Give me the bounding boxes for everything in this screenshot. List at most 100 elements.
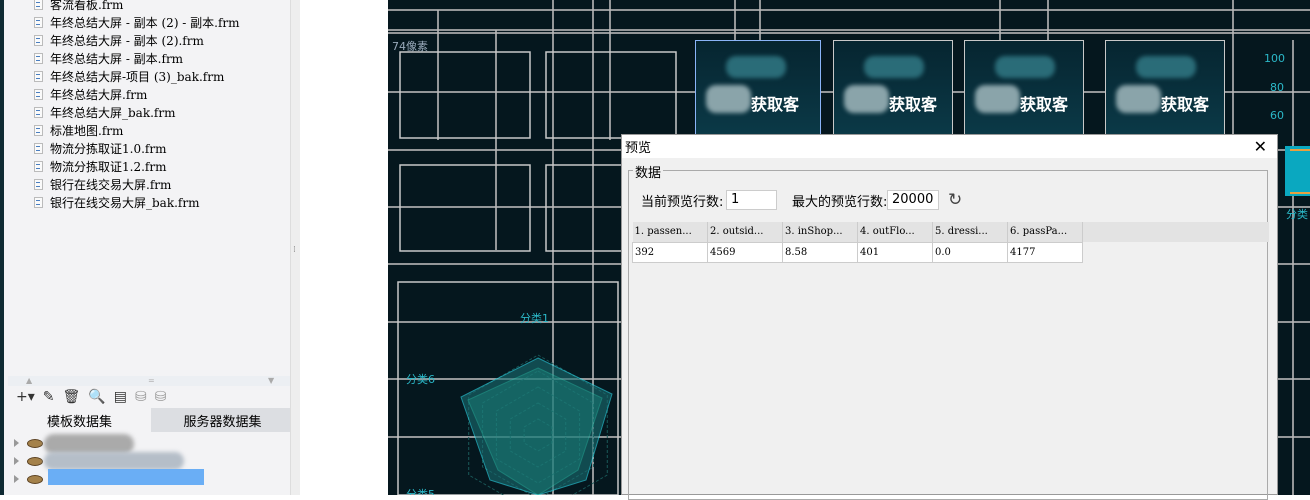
preview-dataset-icon[interactable]: 🔍 <box>88 389 105 405</box>
file-icon <box>34 178 43 190</box>
kpi-card[interactable]: 获取客 <box>833 40 953 140</box>
max-rows-label: 最大的预览行数: <box>792 195 888 210</box>
dataset-icon <box>27 456 43 466</box>
file-icon <box>34 160 43 172</box>
redacted-title <box>726 56 786 78</box>
file-name: 物流分拣取证1.0.frm <box>50 141 167 156</box>
radar-label: 分类1 <box>520 312 549 325</box>
current-rows-input[interactable]: 1 <box>726 190 777 210</box>
column-header[interactable]: 2. outsid... <box>707 222 783 242</box>
file-item[interactable]: 物流分拣取证1.2.frm <box>34 157 166 175</box>
refresh-icon[interactable]: ↻ <box>948 190 962 210</box>
database-run-icon[interactable]: ⛁ <box>135 389 147 405</box>
axis-tick: 100 <box>1264 52 1285 65</box>
file-item[interactable]: 物流分拣取证1.0.frm <box>34 139 166 157</box>
kpi-card[interactable]: 获取客 <box>1105 40 1225 140</box>
table-cell[interactable]: 0.0 <box>932 241 1008 263</box>
file-icon <box>34 0 43 10</box>
tab-server-dataset[interactable]: 服务器数据集 <box>151 408 294 432</box>
file-name: 银行在线交易大屏_bak.frm <box>50 195 200 210</box>
file-item[interactable]: 年终总结大屏 - 副本 (2) - 副本.frm <box>34 13 240 31</box>
panel-resize-bar[interactable]: ▲ = ▼ <box>8 376 294 386</box>
redacted-name <box>44 434 134 454</box>
row-filler <box>1083 242 1269 262</box>
kpi-card[interactable]: 获取客 <box>964 40 1084 140</box>
axis-tick: 80 <box>1270 81 1284 94</box>
file-name: 年终总结大屏 - 副本.frm <box>50 51 184 66</box>
file-item[interactable]: 年终总结大屏.frm <box>34 85 147 103</box>
column-header[interactable]: 6. passPa... <box>1007 222 1083 242</box>
edit-icon[interactable]: ✎ <box>43 389 55 405</box>
dataset-toolbar: +▾ ✎ 🗑 🔍 ▤ ⛁ ⛁ <box>8 386 294 408</box>
file-item[interactable]: 年终总结大屏 - 副本.frm <box>34 49 183 67</box>
data-group: 数据 当前预览行数: 1 最大的预览行数: 20000 ↻ 1. passen.… <box>628 162 1269 500</box>
group-label: 数据 <box>633 162 664 181</box>
file-item[interactable]: 标准地图.frm <box>34 121 123 139</box>
file-icon <box>34 16 43 28</box>
column-header[interactable]: 3. inShop... <box>782 222 858 242</box>
blank-area <box>300 0 388 495</box>
dataset-icon <box>27 438 43 448</box>
delete-icon[interactable]: 🗑 <box>63 389 81 405</box>
file-item[interactable]: 年终总结大屏_bak.frm <box>34 103 175 121</box>
radar-label: 分类5 <box>406 488 435 495</box>
bar-label: 分类 <box>1286 208 1308 221</box>
redacted-title <box>1136 56 1196 78</box>
add-icon[interactable]: +▾ <box>16 389 35 405</box>
file-item[interactable]: 银行在线交易大屏.frm <box>34 175 171 193</box>
pixel-label: 74像素 <box>392 40 428 53</box>
file-name: 年终总结大屏 - 副本 (2) - 副本.frm <box>50 15 240 30</box>
file-name: 客流看板.frm <box>50 0 124 12</box>
file-name: 银行在线交易大屏.frm <box>50 177 172 192</box>
redacted-value <box>706 85 751 113</box>
file-icon <box>34 34 43 46</box>
dataset-item[interactable] <box>14 434 43 452</box>
tab-template-dataset[interactable]: 模板数据集 <box>8 408 151 432</box>
dataset-icon <box>27 474 43 484</box>
kpi-card-label: 获取客 <box>1020 95 1069 114</box>
file-name: 年终总结大屏.frm <box>50 87 148 102</box>
file-icon <box>34 124 43 136</box>
redacted-title <box>864 56 924 78</box>
file-name: 年终总结大屏_bak.frm <box>50 105 176 120</box>
preview-dialog: 预览 ✕ 数据 当前预览行数: 1 最大的预览行数: 20000 ↻ 1. pas… <box>621 134 1278 500</box>
dataset-item[interactable] <box>14 452 43 470</box>
current-rows-label: 当前预览行数: <box>641 195 724 210</box>
splitter[interactable]: ⁞ <box>290 0 300 495</box>
file-item[interactable]: 年终总结大屏 - 副本 (2).frm <box>34 31 204 49</box>
table-cell[interactable]: 8.58 <box>782 241 858 263</box>
database-remove-icon[interactable]: ⛁ <box>155 389 167 405</box>
max-rows-input[interactable]: 20000 <box>887 190 939 210</box>
template-panel: 客流看板.frm 年终总结大屏 - 副本 (2) - 副本.frm 年终总结大屏 -… <box>0 0 294 495</box>
kpi-card-label: 获取客 <box>889 95 938 114</box>
column-header[interactable]: 1. passen... <box>632 222 708 242</box>
dialog-title: 预览 <box>625 141 652 156</box>
redacted-name <box>44 452 184 470</box>
redacted-title <box>995 56 1055 78</box>
axis-tick: 60 <box>1270 109 1284 122</box>
column-header[interactable]: 5. dressi... <box>932 222 1008 242</box>
file-item[interactable]: 客流看板.frm <box>34 0 123 13</box>
edit-dataset-icon[interactable]: ▤ <box>114 389 127 405</box>
table-cell[interactable]: 392 <box>632 241 708 263</box>
file-icon <box>34 88 43 100</box>
file-name: 标准地图.frm <box>50 123 124 138</box>
dataset-item[interactable] <box>14 470 43 488</box>
radar-label: 分类6 <box>406 373 435 386</box>
table-row: 392 4569 8.58 401 0.0 4177 <box>632 241 1269 263</box>
kpi-card[interactable]: 获取客 <box>695 40 821 140</box>
table-cell[interactable]: 4177 <box>1007 241 1083 263</box>
table-cell[interactable]: 4569 <box>707 241 783 263</box>
column-header[interactable]: 4. outFlo... <box>857 222 933 242</box>
kpi-card-label: 获取客 <box>751 95 800 114</box>
file-name: 物流分拣取证1.2.frm <box>50 159 167 174</box>
close-icon[interactable]: ✕ <box>1254 137 1267 156</box>
file-item[interactable]: 年终总结大屏-项目 (3)_bak.frm <box>34 67 224 85</box>
preview-table: 1. passen... 2. outsid... 3. inShop... 4. o… <box>632 222 1269 263</box>
redacted-value <box>844 85 889 113</box>
file-item[interactable]: 银行在线交易大屏_bak.frm <box>34 193 199 211</box>
kpi-card-label: 获取客 <box>1161 95 1210 114</box>
table-cell[interactable]: 401 <box>857 241 933 263</box>
redacted-value <box>975 85 1020 113</box>
header-filler <box>1083 222 1269 242</box>
